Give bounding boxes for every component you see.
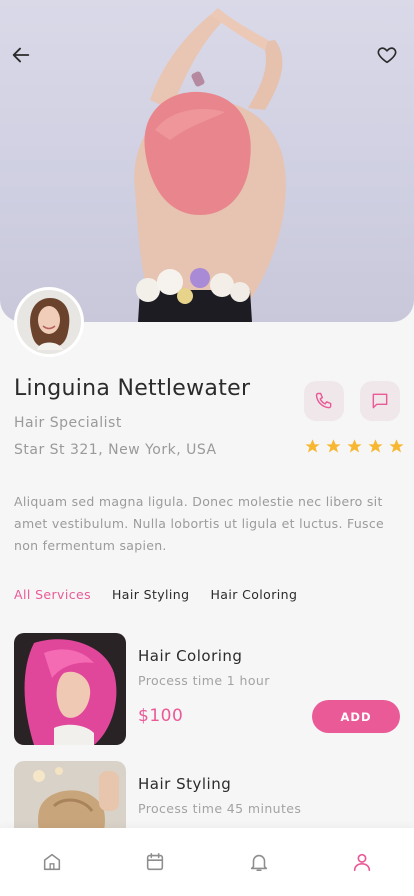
avatar [14, 287, 84, 357]
message-icon [372, 393, 388, 409]
bottom-navigation [0, 828, 414, 896]
message-button[interactable] [360, 381, 400, 421]
service-time: Process time 1 hour [138, 673, 270, 688]
user-icon [354, 853, 371, 872]
add-button[interactable]: ADD [312, 700, 400, 733]
nav-notifications[interactable] [239, 842, 279, 882]
star-icon [389, 439, 404, 453]
phone-icon [315, 392, 332, 409]
service-title: Hair Coloring [138, 647, 243, 665]
avatar-photo [17, 290, 81, 354]
star-icon [347, 439, 362, 453]
service-tabs: All Services Hair Styling Hair Coloring [14, 587, 318, 602]
service-time: Process time 45 minutes [138, 801, 302, 816]
heart-icon [377, 47, 397, 64]
home-icon [43, 853, 60, 871]
specialist-name: Linguina Nettlewater [14, 376, 251, 401]
rating-stars [304, 438, 405, 455]
service-photo [14, 633, 126, 745]
arrow-left-icon [12, 47, 30, 63]
nav-profile[interactable] [342, 842, 382, 882]
service-title: Hair Styling [138, 775, 232, 793]
star-icon [305, 439, 320, 453]
calendar-icon [147, 852, 164, 871]
tab-all-services[interactable]: All Services [14, 587, 91, 602]
specialist-address: Star St 321, New York, USA [14, 442, 217, 458]
star-icon [368, 439, 383, 453]
tab-hair-styling[interactable]: Hair Styling [112, 587, 189, 602]
service-card[interactable]: Hair Coloring Process time 1 hour $100 A… [14, 633, 400, 745]
description-text: Aliquam sed magna ligula. Donec molestie… [14, 494, 385, 553]
star-icon [326, 439, 341, 453]
service-price: $100 [138, 706, 184, 726]
service-thumbnail [14, 633, 126, 745]
specialist-role: Hair Specialist [14, 415, 122, 431]
call-button[interactable] [304, 381, 344, 421]
hero-image [0, 0, 414, 322]
back-button[interactable] [10, 44, 38, 72]
hero-photo [134, 8, 286, 322]
tab-hair-coloring[interactable]: Hair Coloring [210, 587, 297, 602]
nav-home[interactable] [32, 842, 72, 882]
nav-calendar[interactable] [135, 842, 175, 882]
favorite-button[interactable] [376, 44, 404, 72]
bell-icon [250, 854, 267, 872]
